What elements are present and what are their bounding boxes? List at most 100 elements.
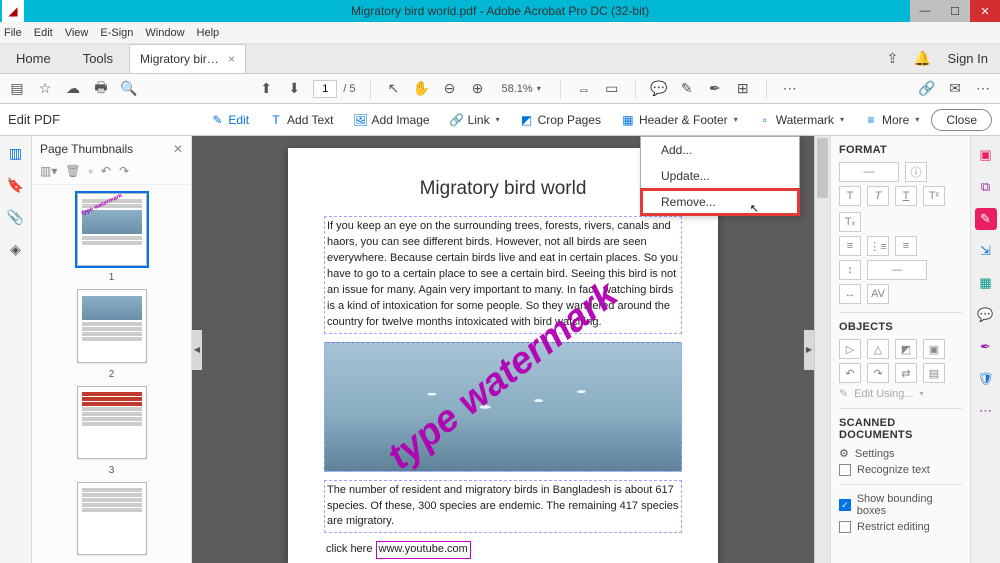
underline-icon[interactable]: T xyxy=(895,186,917,206)
italic-icon[interactable]: T xyxy=(867,186,889,206)
thumb-rotate-ccw-icon[interactable]: ↶ xyxy=(101,164,111,178)
flip-v-icon[interactable]: △ xyxy=(867,339,889,359)
bullets-icon[interactable]: ≡ xyxy=(839,236,861,256)
menu-esign[interactable]: E-Sign xyxy=(100,27,133,39)
crop-obj-icon[interactable]: ◩ xyxy=(895,339,917,359)
hand-tool-icon[interactable]: ✋ xyxy=(413,80,431,98)
select-tool-icon[interactable]: ↖ xyxy=(385,80,403,98)
comment-rail-icon[interactable]: 💬 xyxy=(975,304,997,326)
edit-using-label[interactable]: Edit Using... xyxy=(854,388,913,400)
show-bounding-boxes-checkbox[interactable]: ✓Show bounding boxes xyxy=(839,493,962,517)
thumbnails-close-icon[interactable]: ✕ xyxy=(173,142,183,156)
subscript-icon[interactable]: Tₓ xyxy=(839,212,861,232)
close-editpdf-button[interactable]: Close xyxy=(931,109,992,131)
doc-paragraph-1[interactable]: If you keep an eye on the surrounding tr… xyxy=(324,216,682,334)
align-icon[interactable]: ≡ xyxy=(895,236,917,256)
watermark-update-item[interactable]: Update... xyxy=(641,163,799,189)
organize-icon[interactable]: ▦ xyxy=(975,272,997,294)
more-button[interactable]: ≡More▾ xyxy=(856,109,927,131)
doc-image[interactable] xyxy=(324,342,682,472)
export-pdf-icon[interactable]: ⇲ xyxy=(975,240,997,262)
link-share-icon[interactable]: 🔗 xyxy=(918,80,936,98)
create-pdf-icon[interactable]: ▣ xyxy=(975,144,997,166)
watermark-add-item[interactable]: Add... xyxy=(641,137,799,163)
thumb-delete-icon[interactable]: 🗑 xyxy=(65,164,80,178)
doc-link-line[interactable]: click here www.youtube.com xyxy=(324,539,682,561)
collapse-left-icon[interactable]: ◀ xyxy=(192,330,202,370)
page-down-icon[interactable]: ⬇ xyxy=(285,80,303,98)
edit-button[interactable]: ✎Edit xyxy=(202,109,257,131)
menu-help[interactable]: Help xyxy=(197,27,220,39)
thumbnails-rail-icon[interactable]: ▥ xyxy=(7,144,25,162)
thumbnail-page-4[interactable] xyxy=(77,482,147,555)
flip-h-icon[interactable]: ▷ xyxy=(839,339,861,359)
sign-icon[interactable]: ✒ xyxy=(706,80,724,98)
fit-width-icon[interactable]: ⇔ xyxy=(575,80,593,98)
zoom-out-icon[interactable]: ⊖ xyxy=(441,80,459,98)
menu-window[interactable]: Window xyxy=(145,27,184,39)
save-cloud-icon[interactable]: ☁ xyxy=(64,80,82,98)
settings-row[interactable]: ⚙ Settings xyxy=(839,447,962,460)
fit-page-icon[interactable]: ▭ xyxy=(603,80,621,98)
align-obj-icon[interactable]: ▤ xyxy=(923,363,945,383)
menu-edit[interactable]: Edit xyxy=(34,27,53,39)
line-spacing-icon[interactable]: ↕ xyxy=(839,260,861,280)
zoom-in-icon[interactable]: ⊕ xyxy=(469,80,487,98)
share-icon[interactable]: ⇪ xyxy=(884,50,902,68)
link-button[interactable]: 🔗Link▾ xyxy=(442,109,508,131)
add-image-button[interactable]: 🖼Add Image xyxy=(346,109,438,131)
overflow-icon[interactable]: ⋯ xyxy=(974,80,992,98)
tab-document[interactable]: Migratory bird worl... × xyxy=(129,44,246,73)
print-icon[interactable]: 🖶 xyxy=(92,80,110,98)
thumbnail-page-2[interactable] xyxy=(77,289,147,362)
collapse-right-icon[interactable]: ▶ xyxy=(804,330,814,370)
bell-icon[interactable]: 🔔 xyxy=(914,50,932,68)
comment-icon[interactable]: 💬 xyxy=(650,80,668,98)
combine-icon[interactable]: ⧉ xyxy=(975,176,997,198)
sidebar-toggle-icon[interactable]: ▤ xyxy=(8,80,26,98)
doc-heading[interactable]: Migratory bird world xyxy=(324,178,682,200)
tab-close-icon[interactable]: × xyxy=(228,52,235,66)
page-up-icon[interactable]: ⬆ xyxy=(257,80,275,98)
spacing-value[interactable]: — xyxy=(867,260,927,280)
thumbnail-page-3[interactable] xyxy=(77,386,147,459)
font-family-select[interactable]: — xyxy=(839,162,899,182)
superscript-icon[interactable]: Tˣ xyxy=(923,186,945,206)
stamp-icon[interactable]: ⊞ xyxy=(734,80,752,98)
star-icon[interactable]: ☆ xyxy=(36,80,54,98)
replace-img-icon[interactable]: ⇄ xyxy=(895,363,917,383)
restrict-editing-checkbox[interactable]: Restrict editing xyxy=(839,521,962,533)
char-spacing-icon[interactable]: ↔ xyxy=(839,284,861,304)
thumbnail-page-1[interactable]: type watermark xyxy=(77,193,147,266)
thumb-options-icon[interactable]: ▥▾ xyxy=(40,164,57,178)
zoom-select[interactable]: 58.1% ▾ xyxy=(497,81,546,97)
doc-paragraph-2[interactable]: The number of resident and migratory bir… xyxy=(324,480,682,534)
layers-rail-icon[interactable]: ◈ xyxy=(7,240,25,258)
page-number-input[interactable] xyxy=(313,80,337,98)
thumb-rotate-cw-icon[interactable]: ↷ xyxy=(119,164,129,178)
doc-link[interactable]: www.youtube.com xyxy=(376,541,471,559)
rotate-cw-icon[interactable]: ↷ xyxy=(867,363,889,383)
bookmark-rail-icon[interactable]: 🔖 xyxy=(7,176,25,194)
hscale-icon[interactable]: AV xyxy=(867,284,889,304)
crop-pages-button[interactable]: ◩Crop Pages xyxy=(512,109,609,131)
tab-tools[interactable]: Tools xyxy=(67,44,129,73)
thumb-new-icon[interactable]: ▫ xyxy=(89,164,93,178)
watermark-remove-item[interactable]: Remove... ↖ xyxy=(641,189,799,215)
menu-view[interactable]: View xyxy=(65,27,89,39)
recognize-text-checkbox[interactable]: Recognize text xyxy=(839,464,962,476)
font-info-icon[interactable]: ⓘ xyxy=(905,162,927,182)
maximize-button[interactable]: ☐ xyxy=(940,0,970,22)
add-text-button[interactable]: TAdd Text xyxy=(261,109,341,131)
protect-icon[interactable]: 🛡 xyxy=(975,368,997,390)
highlight-icon[interactable]: ✎ xyxy=(678,80,696,98)
more-tools-rail-icon[interactable]: ⋯ xyxy=(975,400,997,422)
watermark-button[interactable]: ▫Watermark▾ xyxy=(750,109,852,131)
fill-sign-icon[interactable]: ✒ xyxy=(975,336,997,358)
rotate-ccw-icon[interactable]: ↶ xyxy=(839,363,861,383)
bold-icon[interactable]: T xyxy=(839,186,861,206)
edit-pdf-rail-icon[interactable]: ✎ xyxy=(975,208,997,230)
email-icon[interactable]: ✉ xyxy=(946,80,964,98)
search-icon[interactable]: 🔍 xyxy=(120,80,138,98)
tab-home[interactable]: Home xyxy=(0,44,67,73)
